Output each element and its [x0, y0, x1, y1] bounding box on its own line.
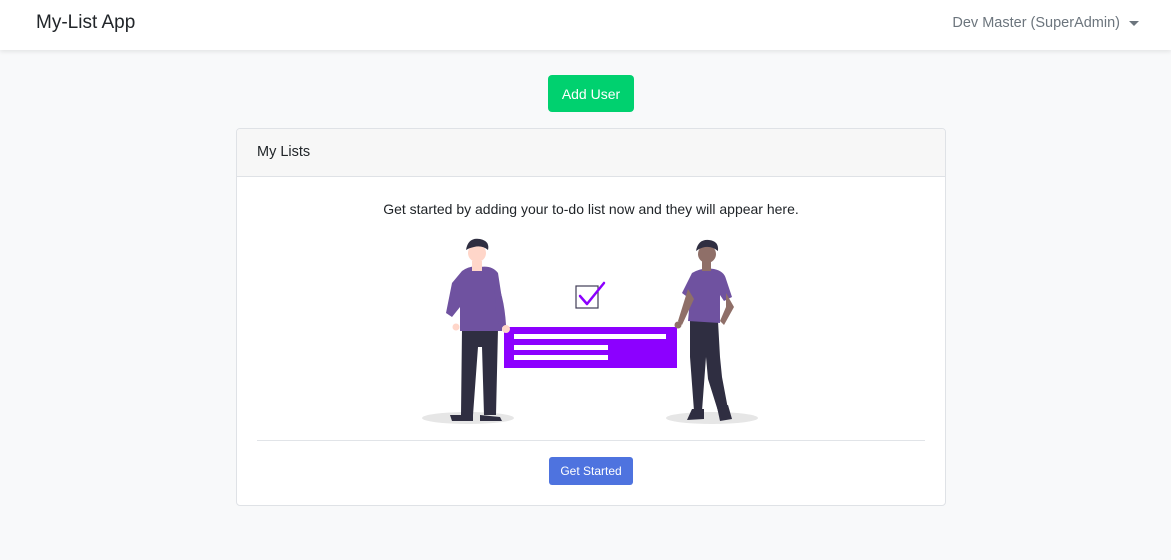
- right-person-shadow: [666, 412, 758, 424]
- user-menu-dropdown[interactable]: Dev Master (SuperAdmin): [952, 15, 1139, 31]
- user-menu-label: Dev Master (SuperAdmin): [952, 15, 1120, 31]
- todo-board-graphic: [504, 327, 677, 368]
- chevron-down-icon: [1129, 20, 1139, 26]
- empty-state-illustration: [422, 238, 758, 424]
- card-title: My Lists: [257, 144, 311, 160]
- add-user-button[interactable]: Add User: [548, 75, 634, 112]
- checkbox-checked-icon: [575, 281, 606, 309]
- left-person-figure: [446, 238, 510, 421]
- card-divider: [257, 440, 925, 441]
- brand-link[interactable]: My-List App: [36, 12, 135, 34]
- empty-state-message: Get started by adding your to-do list no…: [383, 201, 799, 217]
- get-started-button[interactable]: Get Started: [549, 457, 633, 485]
- card-header: My Lists: [237, 129, 945, 177]
- top-navbar: My-List App Dev Master (SuperAdmin): [0, 0, 1171, 50]
- right-person-figure: [674, 239, 734, 421]
- my-lists-card: My Lists Get started by adding your to-d…: [236, 128, 946, 506]
